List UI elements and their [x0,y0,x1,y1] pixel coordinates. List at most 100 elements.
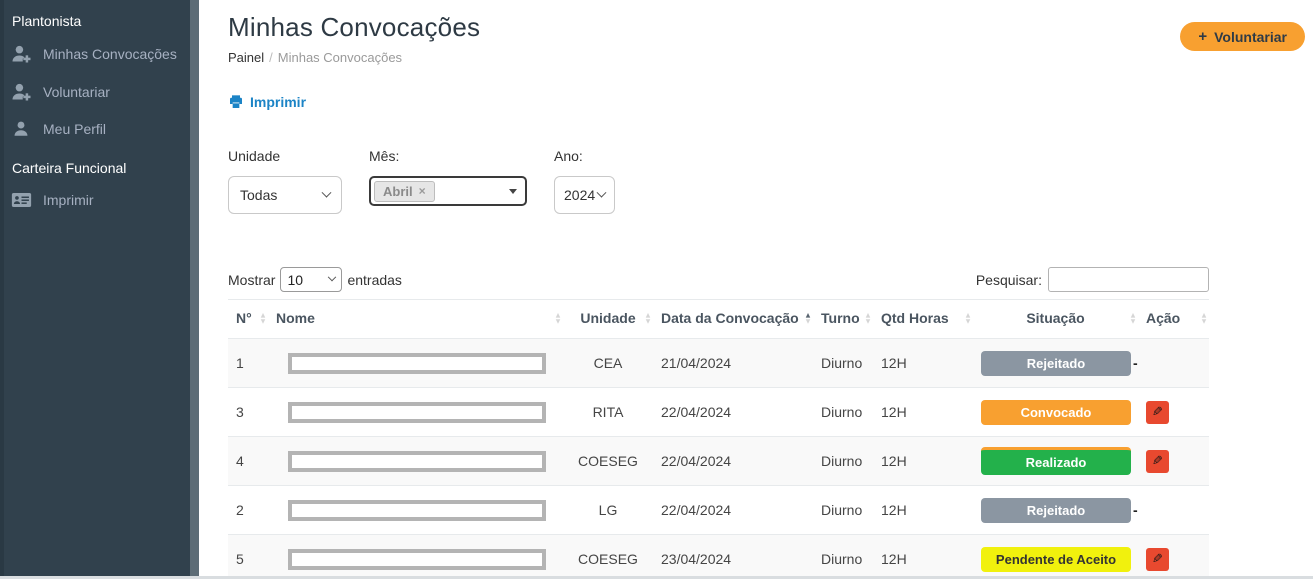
sort-arrows-icon[interactable]: ▴▾ [1131,313,1135,325]
user-plus-icon [10,82,32,102]
no-action-dash: - [1133,355,1138,371]
plus-icon: + [1198,28,1207,45]
sidebar-item-imprimir[interactable]: Imprimir [4,182,190,218]
unidade-label: Unidade [228,148,342,164]
redacted-name-box [288,500,546,521]
qtd-horas-cell: 12H [873,535,973,579]
sort-arrows-icon[interactable]: ▴▾ [1202,313,1206,325]
voluntariar-button[interactable]: + Voluntariar [1180,22,1305,51]
print-link[interactable]: Imprimir [228,94,306,110]
voluntariar-button-label: Voluntariar [1214,29,1287,45]
column-header-turno[interactable]: Turno ▴▾ [813,300,873,339]
printer-icon [228,94,244,110]
column-header-n-[interactable]: N° ▴▾ [228,300,268,339]
data-convocacao-cell: 22/04/2024 [653,437,813,486]
table-header-row: N°▴▾Nome▴▾Unidade▴▾Data da Convocação▴▾T… [228,300,1209,339]
caret-down-icon [509,189,517,194]
column-header-a-o[interactable]: Ação▴▾ [1138,300,1209,339]
nome-cell [268,388,563,437]
sidebar-item-voluntariar[interactable]: Voluntariar [4,73,190,111]
unidade-cell: CEA [563,339,653,388]
ano-select[interactable]: 2024 [554,176,615,214]
sort-arrows-icon[interactable]: ▴▾ [261,313,265,325]
show-label: Mostrar [228,272,275,288]
situacao-cell: Rejeitado [973,486,1138,535]
nome-cell [268,437,563,486]
acao-cell: ✎ [1138,388,1209,437]
edit-button[interactable]: ✎ [1146,401,1169,424]
data-convocacao-cell: 23/04/2024 [653,535,813,579]
unidade-select[interactable]: Todas [228,176,342,214]
sort-arrows-icon[interactable]: ▴▾ [646,313,650,325]
sidebar: PlantonistaMinhas Convocações Voluntariar… [0,0,190,579]
column-header-label: Qtd Horas [881,310,949,326]
status-badge: Pendente de Aceito [981,547,1131,572]
pencil-icon: ✎ [1152,404,1163,420]
table-row: 4 COESEG 22/04/2024 Diurno 12H Realizado… [228,437,1209,486]
row-number-cell: 1 [228,339,268,388]
breadcrumb: Painel/Minhas Convocações [228,50,480,65]
turno-cell: Diurno [813,339,873,388]
edit-button[interactable]: ✎ [1146,548,1169,571]
data-convocacao-cell: 22/04/2024 [653,388,813,437]
pencil-icon: ✎ [1152,453,1163,469]
no-action-dash: - [1133,502,1138,518]
situacao-cell: Pendente de Aceito [973,535,1138,579]
status-badge: Realizado [981,447,1131,475]
column-header-unidade[interactable]: Unidade▴▾ [563,300,653,339]
search-input[interactable] [1048,267,1209,292]
page-header: Minhas Convocações Painel/Minhas Convoca… [228,12,1307,65]
sidebar-divider [190,0,199,579]
sidebar-item-meu-perfil[interactable]: Meu Perfil [4,111,190,147]
breadcrumb-current: Minhas Convocações [278,50,402,65]
ano-label: Ano: [554,148,615,164]
edit-button[interactable]: ✎ [1146,450,1169,473]
row-number-cell: 4 [228,437,268,486]
acao-cell: ✎ [1138,535,1209,579]
sidebar-item-minhas-convoca-es[interactable]: Minhas Convocações [4,35,190,73]
title-block: Minhas Convocações Painel/Minhas Convoca… [228,12,480,65]
qtd-horas-cell: 12H [873,437,973,486]
sidebar-section-header: Plantonista [4,0,190,35]
qtd-horas-cell: 12H [873,486,973,535]
column-header-qtd-horas[interactable]: Qtd Horas ▴▾ [873,300,973,339]
sort-arrows-icon[interactable]: ▴▾ [866,313,870,325]
row-number-cell: 2 [228,486,268,535]
pencil-icon: ✎ [1152,551,1163,567]
search-label: Pesquisar: [976,272,1042,288]
filter-unidade: Unidade Todas [228,148,342,214]
entries-label: entradas [347,272,401,288]
remove-tag-icon[interactable]: × [419,184,426,198]
sidebar-section-header: Carteira Funcional [4,147,190,182]
redacted-name-box [288,402,546,423]
column-header-label: Data da Convocação [661,310,799,326]
chevron-down-icon [597,187,607,197]
column-header-label: Situação [1026,310,1084,326]
column-header-situa-o[interactable]: Situação ▴▾ [973,300,1138,339]
page-length-control: Mostrar 10 entradas [228,267,402,292]
sidebar-item-label: Voluntariar [43,84,110,100]
turno-cell: Diurno [813,535,873,579]
column-header-data-da-convoca-o[interactable]: Data da Convocação ▴▾ [653,300,813,339]
data-convocacao-cell: 21/04/2024 [653,339,813,388]
page-length-select[interactable]: 10 [280,267,342,292]
ano-select-value: 2024 [564,187,595,203]
column-header-label: Turno [821,310,860,326]
nome-cell [268,339,563,388]
unidade-cell: COESEG [563,437,653,486]
sidebar-item-label: Meu Perfil [43,121,106,137]
table-row: 2 LG 22/04/2024 Diurno 12H Rejeitado - ✎ [228,486,1209,535]
mes-multiselect[interactable]: Abril × [369,176,527,206]
chevron-down-icon [322,187,332,197]
situacao-cell: Convocado [973,388,1138,437]
nome-cell [268,486,563,535]
sort-arrows-icon[interactable]: ▴▾ [556,313,560,325]
breadcrumb-root[interactable]: Painel [228,50,264,65]
sort-arrows-icon[interactable]: ▴▾ [966,313,970,325]
unidade-select-value: Todas [240,187,277,203]
sort-arrows-icon[interactable]: ▴▾ [806,313,810,325]
column-header-label: N° [236,310,252,326]
column-header-nome[interactable]: Nome▴▾ [268,300,563,339]
unidade-cell: LG [563,486,653,535]
status-badge: Rejeitado [981,498,1131,523]
